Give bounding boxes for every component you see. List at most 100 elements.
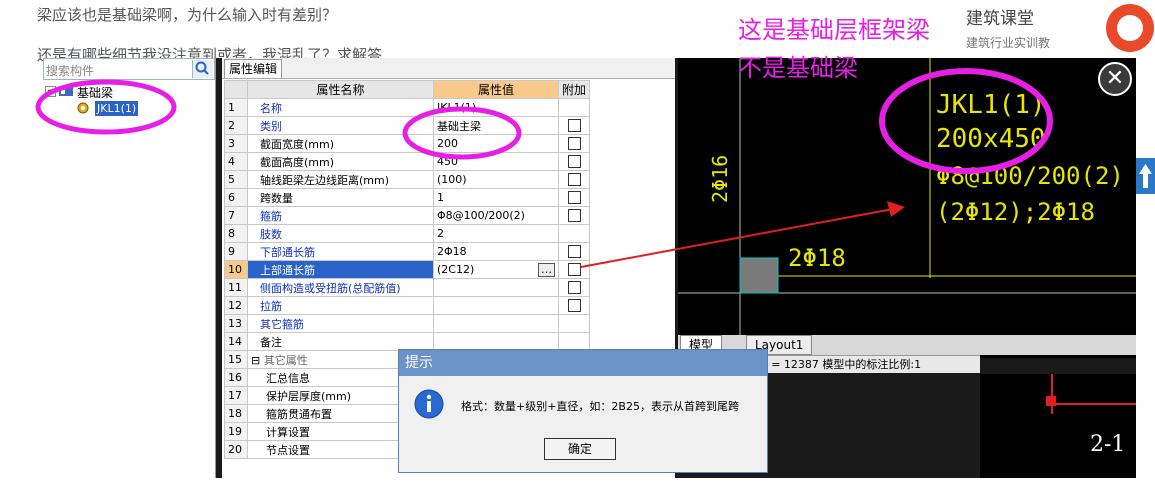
add-cell xyxy=(557,296,591,315)
row-number: 17 xyxy=(224,386,248,405)
property-value[interactable] xyxy=(433,332,559,351)
background-drawing-fragment: 2-1 xyxy=(980,374,1136,478)
property-value[interactable] xyxy=(433,296,559,315)
property-name: 备注 xyxy=(247,332,434,351)
row-number: 14 xyxy=(224,332,248,351)
property-name-text: 节点设置 xyxy=(266,443,310,457)
property-name-text: 其它箍筋 xyxy=(260,317,304,331)
search-input[interactable]: 搜索构件 xyxy=(46,62,94,79)
property-name-text: 轴线距梁左边线距离(mm) xyxy=(260,173,390,187)
logo-icon xyxy=(1106,4,1154,52)
red-lines xyxy=(1046,374,1136,414)
property-name-text: 肢数 xyxy=(260,227,282,241)
info-icon xyxy=(414,389,444,419)
property-value[interactable]: Φ8@100/200(2) xyxy=(433,206,559,225)
row-number: 13 xyxy=(224,314,248,333)
dialog-message: 格式：数量+级别+直径，如：2B25，表示从首跨到尾跨 xyxy=(461,400,739,413)
property-name: 上部通长筋 xyxy=(247,260,434,279)
property-name-text: 保护层厚度(mm) xyxy=(266,389,352,403)
property-name-text: 拉筋 xyxy=(260,299,282,313)
attach-checkbox[interactable] xyxy=(567,137,581,151)
row-number: 19 xyxy=(224,422,248,441)
ellipsis-button[interactable]: … xyxy=(538,262,555,277)
table-row[interactable]: 7 箍筋 Φ8@100/200(2) xyxy=(224,206,591,225)
add-cell xyxy=(557,332,591,351)
property-name-text: 跨数量 xyxy=(260,191,293,205)
property-name-text: 备注 xyxy=(260,335,282,349)
property-name-text: 截面高度(mm) xyxy=(260,155,335,169)
dialog-title: 提示 xyxy=(399,350,767,376)
property-value[interactable]: (2C12)… xyxy=(433,260,559,279)
row-number: 2 xyxy=(224,116,248,135)
add-cell xyxy=(557,134,591,153)
background-question-line1: 梁应该也是基础梁啊，为什么输入时有差别？ xyxy=(37,6,338,24)
property-value[interactable]: (100) xyxy=(433,170,559,189)
attach-checkbox[interactable] xyxy=(567,155,581,169)
property-name-text: 箍筋贯通布置 xyxy=(266,407,332,421)
component-tree: 搜索构件 − 基础梁 JKL1(1) xyxy=(35,58,216,478)
row-number: 6 xyxy=(224,188,248,207)
add-cell xyxy=(557,170,591,189)
property-value-text: 1 xyxy=(437,191,444,204)
attach-checkbox[interactable] xyxy=(567,119,581,133)
annotation-line1: 这是基础层框架梁 xyxy=(738,16,930,44)
property-name: 其它箍筋 xyxy=(247,314,434,333)
row-number: 5 xyxy=(224,170,248,189)
ok-button[interactable]: 确定 xyxy=(544,438,616,460)
group-toggle-icon[interactable]: ⊟ xyxy=(251,354,264,367)
row-number: 3 xyxy=(224,134,248,153)
tab-strip: 属性编辑 xyxy=(222,58,675,79)
row-number: 9 xyxy=(224,242,248,261)
add-cell xyxy=(557,152,591,171)
table-row[interactable]: 11 侧面构造或受扭筋(总配筋值) xyxy=(224,278,591,297)
side-subtitle: 建筑行业实训教 xyxy=(966,36,1051,50)
table-row[interactable]: 14 备注 xyxy=(224,332,591,351)
attach-checkbox[interactable] xyxy=(567,173,581,187)
property-value-text: (100) xyxy=(437,173,467,186)
table-row[interactable]: 10 上部通长筋 (2C12)… xyxy=(224,260,591,279)
corner-cell xyxy=(224,80,248,99)
property-name: 下部通长筋 xyxy=(247,242,434,261)
side-title: 建筑课堂 xyxy=(966,9,1034,29)
col-header-name: 属性名称 xyxy=(247,80,434,99)
table-row[interactable]: 6 跨数量 1 xyxy=(224,188,591,207)
property-value[interactable]: 2 xyxy=(433,224,559,243)
bg-drawing-label: 2-1 xyxy=(1090,432,1126,457)
property-name: 肢数 xyxy=(247,224,434,243)
row-number: 15 xyxy=(224,350,248,369)
add-cell xyxy=(557,278,591,297)
prompt-dialog: 提示 格式：数量+级别+直径，如：2B25，表示从首跨到尾跨 确定 xyxy=(398,349,768,473)
tab-property-edit[interactable]: 属性编辑 xyxy=(224,59,283,78)
attach-checkbox[interactable] xyxy=(567,299,581,313)
col-header-value: 属性值 xyxy=(433,80,559,99)
table-row[interactable]: 8 肢数 2 xyxy=(224,224,591,243)
add-cell xyxy=(557,116,591,135)
row-number: 16 xyxy=(224,368,248,387)
table-row[interactable]: 13 其它箍筋 xyxy=(224,314,591,333)
row-number: 12 xyxy=(224,296,248,315)
property-value-text: Φ8@100/200(2) xyxy=(437,209,525,222)
search-box[interactable]: 搜索构件 xyxy=(43,58,215,80)
property-name: 跨数量 xyxy=(247,188,434,207)
property-name: 侧面构造或受扭筋(总配筋值) xyxy=(247,278,434,297)
property-name-text: 上部通长筋 xyxy=(260,263,315,277)
attach-checkbox[interactable] xyxy=(567,281,581,295)
property-value-text: 2 xyxy=(437,227,444,240)
property-name-text: 箍筋 xyxy=(260,209,282,223)
property-value[interactable] xyxy=(433,278,559,297)
cad-label-rebar: (2Φ12);2Φ18 xyxy=(936,198,1095,226)
row-number: 1 xyxy=(224,98,248,117)
search-button[interactable] xyxy=(192,60,213,78)
property-value[interactable] xyxy=(433,314,559,333)
table-row[interactable]: 12 拉筋 xyxy=(224,296,591,315)
close-button[interactable]: ✕ xyxy=(1098,62,1132,96)
row-number: 18 xyxy=(224,404,248,423)
table-row[interactable]: 5 轴线距梁左边线距离(mm) (100) xyxy=(224,170,591,189)
property-name-text: 侧面构造或受扭筋(总配筋值) xyxy=(260,281,401,295)
property-name-text: 名称 xyxy=(260,101,282,115)
property-name-text: 汇总信息 xyxy=(266,371,310,385)
property-value[interactable]: 2Φ18 xyxy=(433,242,559,261)
highlight-ellipse-category xyxy=(402,106,522,160)
property-value[interactable]: 1 xyxy=(433,188,559,207)
table-row[interactable]: 9 下部通长筋 2Φ18 xyxy=(224,242,591,261)
